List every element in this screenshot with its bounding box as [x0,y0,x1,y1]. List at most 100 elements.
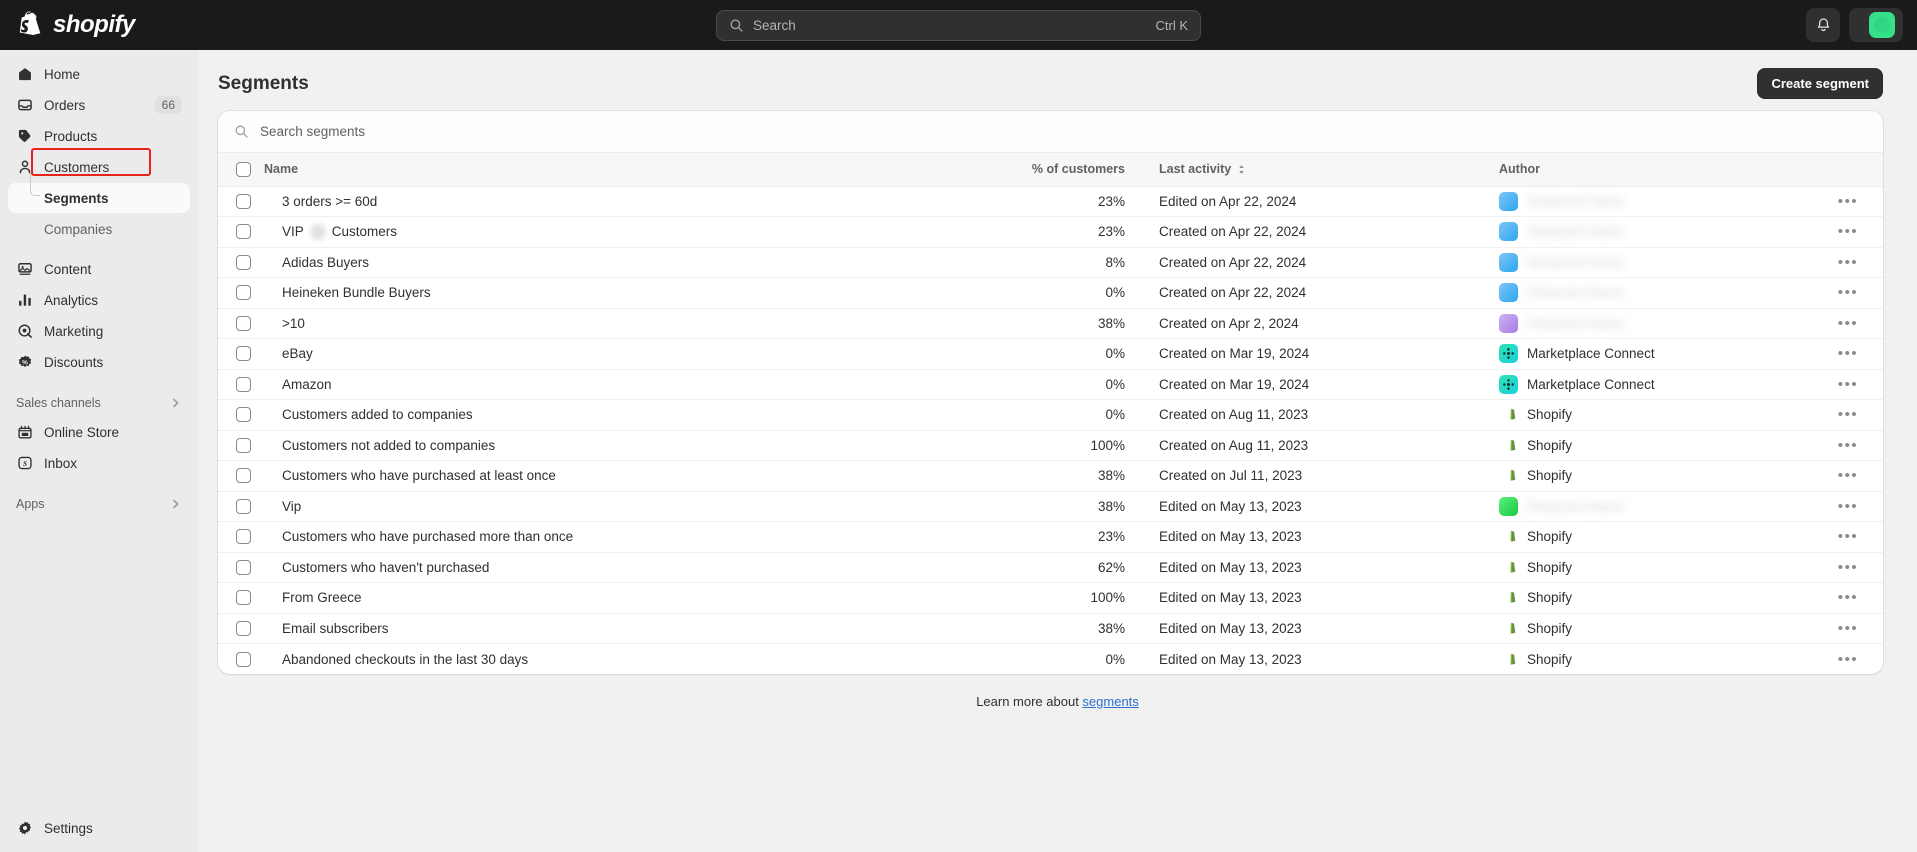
table-row[interactable]: Customers added to companies 0% Created on… [218,400,1883,431]
segments-help-link[interactable]: segments [1082,694,1138,709]
row-actions-cell[interactable]: ••• [1813,430,1883,461]
table-row[interactable]: Customers not added to companies 100% Crea… [218,430,1883,461]
table-row[interactable]: Vip 38% Edited on May 13, 2023 Redacted Nam… [218,491,1883,522]
table-row[interactable]: Customers who have purchased at least on… [218,461,1883,492]
shopify-logo[interactable]: shopify [0,11,135,39]
row-actions-cell[interactable]: ••• [1813,613,1883,644]
sidebar-item-segments[interactable]: Segments [8,170,190,213]
ellipsis-horizontal-icon[interactable]: ••• [1838,438,1859,453]
row-checkbox[interactable] [236,407,251,423]
ellipsis-horizontal-icon[interactable]: ••• [1838,468,1859,483]
segment-name-cell[interactable]: Customers who have purchased at least on… [264,461,993,492]
row-actions-cell[interactable]: ••• [1813,217,1883,248]
sidebar-item-content[interactable]: Content [8,254,190,284]
row-actions-cell[interactable]: ••• [1813,552,1883,583]
row-actions-cell[interactable]: ••• [1813,278,1883,309]
table-row[interactable]: Customers who haven't purchased 62% Edited… [218,552,1883,583]
select-all-checkbox[interactable] [236,161,251,177]
ellipsis-horizontal-icon[interactable]: ••• [1838,621,1859,636]
row-actions-cell[interactable]: ••• [1813,369,1883,400]
ellipsis-horizontal-icon[interactable]: ••• [1838,407,1859,422]
segment-name-cell[interactable]: Customers who haven't purchased [264,552,993,583]
row-actions-cell[interactable]: ••• [1813,186,1883,217]
notifications-button[interactable] [1806,8,1840,42]
table-row[interactable]: Adidas Buyers 8% Created on Apr 22, 2024 Re… [218,247,1883,278]
sidebar-item-discounts[interactable]: % Discounts [8,347,190,377]
sidebar-item-home[interactable]: Home [8,59,190,89]
row-actions-cell[interactable]: ••• [1813,491,1883,522]
row-checkbox[interactable] [236,285,251,301]
ellipsis-horizontal-icon[interactable]: ••• [1838,194,1859,209]
sidebar-item-orders[interactable]: Orders 66 [8,90,190,120]
ellipsis-horizontal-icon[interactable]: ••• [1838,652,1859,667]
row-checkbox[interactable] [236,651,251,667]
table-row[interactable]: Email subscribers 38% Edited on May 13, 20… [218,613,1883,644]
segment-name-cell[interactable]: Customers not added to companies [264,430,993,461]
sidebar-item-inbox[interactable]: S Inbox [8,448,190,478]
segment-name-cell[interactable]: VIP Customers [264,217,993,248]
ellipsis-horizontal-icon[interactable]: ••• [1838,224,1859,239]
row-actions-cell[interactable]: ••• [1813,522,1883,553]
table-row[interactable]: eBay 0% Created on Mar 19, 2024 Marketplace… [218,339,1883,370]
row-checkbox[interactable] [236,376,251,392]
segment-name-cell[interactable]: eBay [264,339,993,370]
sidebar-item-products[interactable]: Products [8,121,190,151]
row-checkbox[interactable] [236,468,251,484]
row-actions-cell[interactable]: ••• [1813,308,1883,339]
row-checkbox[interactable] [236,529,251,545]
sidebar-item-marketing[interactable]: Marketing [8,316,190,346]
global-search-input[interactable]: Search Ctrl K [716,10,1201,41]
ellipsis-horizontal-icon[interactable]: ••• [1838,377,1859,392]
create-segment-button[interactable]: Create segment [1757,68,1883,99]
row-checkbox[interactable] [236,620,251,636]
segments-search-input[interactable]: Search segments [218,111,1883,153]
ellipsis-horizontal-icon[interactable]: ••• [1838,590,1859,605]
segment-name-cell[interactable]: Email subscribers [264,613,993,644]
row-actions-cell[interactable]: ••• [1813,247,1883,278]
table-row[interactable]: VIP Customers 23% Created on Apr 22, 2024 Re… [218,217,1883,248]
row-checkbox[interactable] [236,498,251,514]
sales-channels-section-header[interactable]: Sales channels [8,391,190,415]
row-checkbox[interactable] [236,224,251,240]
row-checkbox[interactable] [236,346,251,362]
table-row[interactable]: Heineken Bundle Buyers 0% Created on Apr 2… [218,278,1883,309]
sidebar-item-online-store[interactable]: Online Store [8,417,190,447]
segment-name-cell[interactable]: 3 orders >= 60d [264,186,993,217]
table-row[interactable]: Customers who have purchased more than o… [218,522,1883,553]
column-header-name[interactable]: Name [264,153,993,187]
row-checkbox[interactable] [236,559,251,575]
segment-name-cell[interactable]: Heineken Bundle Buyers [264,278,993,309]
table-row[interactable]: From Greece 100% Edited on May 13, 2023 Sho… [218,583,1883,614]
ellipsis-horizontal-icon[interactable]: ••• [1838,499,1859,514]
row-checkbox[interactable] [236,590,251,606]
table-row[interactable]: Amazon 0% Created on Mar 19, 2024 Marketpla… [218,369,1883,400]
column-header-percent[interactable]: % of customers [993,153,1143,187]
ellipsis-horizontal-icon[interactable]: ••• [1838,316,1859,331]
store-menu-button[interactable] [1849,8,1903,42]
ellipsis-horizontal-icon[interactable]: ••• [1838,346,1859,361]
row-actions-cell[interactable]: ••• [1813,461,1883,492]
column-header-last-activity[interactable]: Last activity [1143,153,1483,187]
segment-name-cell[interactable]: Abandoned checkouts in the last 30 days [264,644,993,675]
table-row[interactable]: Abandoned checkouts in the last 30 days 0… [218,644,1883,675]
row-actions-cell[interactable]: ••• [1813,583,1883,614]
row-checkbox[interactable] [236,437,251,453]
sidebar-item-settings[interactable]: Settings [8,813,190,843]
sidebar-item-companies[interactable]: Companies [8,214,190,244]
apps-section-header[interactable]: Apps [8,492,190,516]
table-row[interactable]: 3 orders >= 60d 23% Edited on Apr 22, 2024… [218,186,1883,217]
column-header-author[interactable]: Author [1483,153,1813,187]
row-actions-cell[interactable]: ••• [1813,339,1883,370]
table-row[interactable]: >10 38% Created on Apr 2, 2024 Redacted Nam… [218,308,1883,339]
row-actions-cell[interactable]: ••• [1813,400,1883,431]
sidebar-item-analytics[interactable]: Analytics [8,285,190,315]
segment-name-cell[interactable]: Vip [264,491,993,522]
segment-name-cell[interactable]: Customers who have purchased more than o… [264,522,993,553]
row-checkbox[interactable] [236,193,251,209]
segment-name-cell[interactable]: Amazon [264,369,993,400]
row-checkbox[interactable] [236,254,251,270]
segment-name-cell[interactable]: >10 [264,308,993,339]
segment-name-cell[interactable]: Adidas Buyers [264,247,993,278]
row-actions-cell[interactable]: ••• [1813,644,1883,675]
ellipsis-horizontal-icon[interactable]: ••• [1838,285,1859,300]
